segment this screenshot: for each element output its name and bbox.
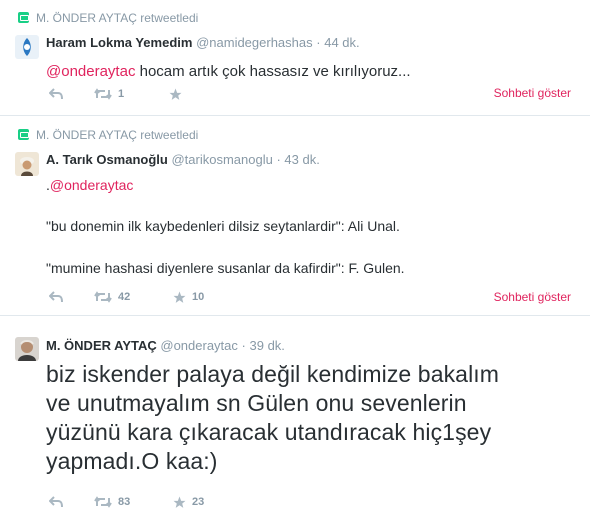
favorite-button[interactable]: 10	[173, 289, 204, 305]
tweet-text-line: ve unutmayalım sn Gülen onu sevenlerin	[46, 390, 467, 416]
mention-link[interactable]: @onderaytac	[50, 177, 133, 193]
separator-dot: ·	[276, 152, 281, 167]
retweet-action-icon	[94, 88, 112, 100]
retweet-button[interactable]: 83	[94, 494, 130, 510]
author-name[interactable]: A. Tarık Osmanoğlu	[46, 152, 168, 167]
reply-button[interactable]	[49, 494, 63, 510]
retweet-label: retweetledi	[140, 11, 199, 25]
author-handle[interactable]: @namidegerhashas	[196, 35, 313, 50]
author-handle[interactable]: @tarikosmanoglu	[171, 152, 272, 167]
retweet-icon	[18, 12, 29, 23]
tweet-body: hocam artık çok hassasız ve kırılıyoruz.…	[135, 63, 411, 80]
retweet-action-icon	[94, 496, 112, 508]
author-handle[interactable]: @onderaytac	[160, 338, 238, 353]
retweet-action-icon	[94, 291, 112, 303]
tweet-header: M. ÖNDER AYTAÇ @onderaytac · 39 dk.	[46, 338, 285, 353]
favorite-count: 10	[192, 291, 205, 303]
timestamp[interactable]: 44 dk.	[324, 35, 359, 50]
reply-button[interactable]	[49, 86, 63, 102]
retweet-button[interactable]: 1	[94, 86, 124, 102]
timestamp[interactable]: 39 dk.	[250, 338, 285, 353]
tweet-text: .@onderaytac	[46, 176, 133, 195]
tweet-header: Haram Lokma Yemedim @namidegerhashas · 4…	[46, 35, 360, 50]
retweet-icon	[18, 129, 29, 140]
reply-icon	[49, 88, 63, 100]
tweet[interactable]: M. ÖNDER AYTAÇ retweetledi Haram Lokma Y…	[0, 0, 590, 116]
separator-dot: ·	[316, 35, 321, 50]
retweet-button[interactable]: 42	[94, 289, 130, 305]
author-name[interactable]: Haram Lokma Yemedim	[46, 35, 192, 50]
retweet-count: 83	[118, 496, 131, 508]
tweet-quote-2: "mumine hashasi diyenlere susanlar da ka…	[46, 260, 405, 276]
tweet-text-line: yapmadı.O kaa:)	[46, 448, 218, 474]
favorite-button[interactable]: 23	[173, 494, 204, 510]
tweet-text-line: yüzünü kara çıkaracak utandıracak hiç1şe…	[46, 419, 492, 445]
favorite-button[interactable]	[169, 86, 188, 102]
reply-icon	[49, 291, 63, 303]
tweet-text-large: biz iskender palaya değil kendimize baka…	[46, 360, 566, 476]
star-icon	[169, 88, 182, 100]
retweet-count: 42	[118, 291, 131, 303]
tweet-text: @onderaytac hocam artık çok hassasız ve …	[46, 62, 411, 81]
retweeter-name[interactable]: M. ÖNDER AYTAÇ	[36, 128, 137, 142]
favorite-count: 23	[192, 496, 205, 508]
avatar[interactable]	[15, 337, 39, 361]
retweeter-name[interactable]: M. ÖNDER AYTAÇ	[36, 11, 137, 25]
author-name[interactable]: M. ÖNDER AYTAÇ	[46, 338, 157, 353]
tweet[interactable]: M. ÖNDER AYTAÇ retweetledi A. Tarık Osma…	[0, 116, 590, 316]
star-icon	[173, 496, 186, 508]
avatar[interactable]	[15, 152, 39, 176]
show-conversation-link[interactable]: Sohbeti göster	[494, 290, 571, 304]
retweet-context: M. ÖNDER AYTAÇ retweetledi	[18, 128, 198, 142]
show-conversation-link[interactable]: Sohbeti göster	[494, 86, 571, 100]
tweet[interactable]: M. ÖNDER AYTAÇ @onderaytac · 39 dk. biz …	[0, 316, 590, 523]
separator-dot: ·	[241, 338, 246, 353]
timestamp[interactable]: 43 dk.	[284, 152, 319, 167]
tweet-header: A. Tarık Osmanoğlu @tarikosmanoglu · 43 …	[46, 152, 320, 167]
avatar[interactable]	[15, 35, 39, 59]
reply-button[interactable]	[49, 289, 63, 305]
retweet-label: retweetledi	[140, 128, 199, 142]
tweet-quote-1: "bu donemin ilk kaybedenleri dilsiz seyt…	[46, 218, 400, 234]
retweet-count: 1	[118, 88, 125, 100]
retweet-context: M. ÖNDER AYTAÇ retweetledi	[18, 11, 198, 25]
star-icon	[173, 291, 186, 303]
tweet-actions: 83 23	[46, 494, 346, 512]
reply-icon	[49, 496, 63, 508]
mention-link[interactable]: @onderaytac	[46, 63, 135, 80]
tweet-text-line: biz iskender palaya değil kendimize baka…	[46, 361, 500, 387]
